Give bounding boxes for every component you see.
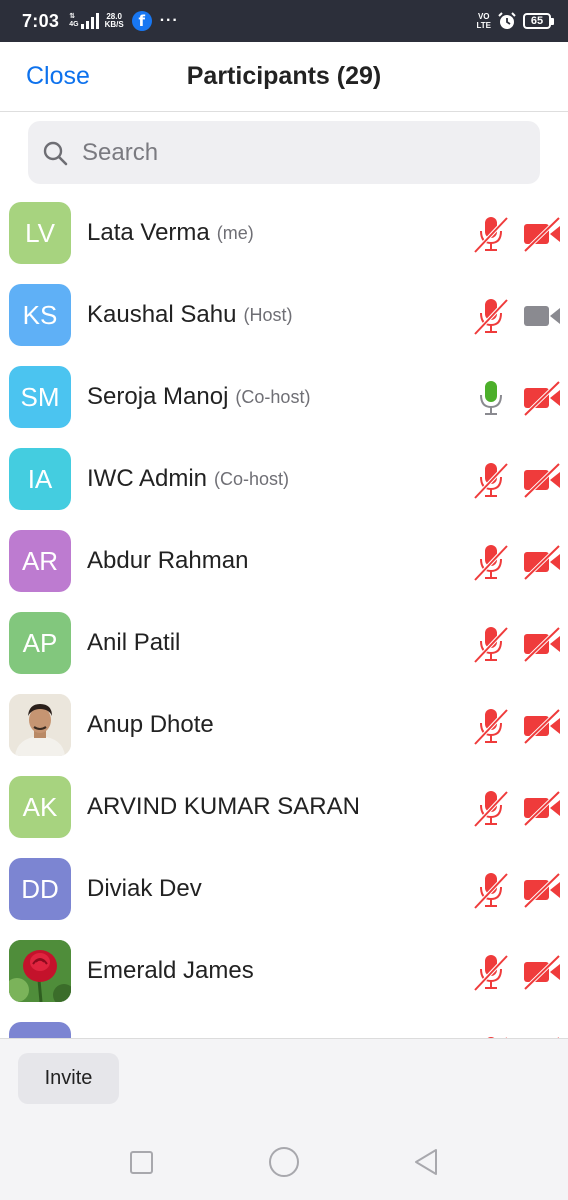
avatar: SM <box>9 366 71 428</box>
participant-row[interactable] <box>0 1012 568 1038</box>
video-off-icon[interactable] <box>522 378 562 418</box>
person-photo-icon <box>9 694 71 756</box>
participant-name-wrap: Anup Dhote <box>87 684 214 766</box>
participant-row[interactable]: SM Seroja Manoj (Co-host) <box>0 356 568 438</box>
rose-photo-icon <box>9 940 71 1002</box>
participant-name-wrap: Diviak Dev <box>87 848 202 930</box>
mic-muted-icon[interactable] <box>472 624 510 664</box>
invite-button[interactable]: Invite <box>18 1053 119 1104</box>
search-box[interactable] <box>28 121 540 184</box>
mic-muted-icon[interactable] <box>472 788 510 828</box>
participant-name: Diviak Dev <box>87 875 202 902</box>
back-icon[interactable] <box>412 1147 440 1177</box>
video-on-icon[interactable] <box>522 296 562 336</box>
participant-role: (Host) <box>243 304 293 325</box>
participant-name-wrap: ARVIND KUMAR SARAN <box>87 766 360 848</box>
network-speed: 28.0 KB/S <box>104 12 124 29</box>
avatar <box>9 940 71 1002</box>
avatar: IA <box>9 448 71 510</box>
participant-name-wrap: IWC Admin (Co-host) <box>87 438 289 520</box>
participant-list: LV Lata Verma (me) KS Kaushal Sahu (Host) SM Se… <box>0 192 568 1038</box>
network-type: ⇅ 4G <box>69 13 79 28</box>
recent-apps-icon[interactable] <box>130 1151 153 1174</box>
avatar: AK <box>9 776 71 838</box>
mic-active-icon[interactable] <box>472 378 510 418</box>
mic-muted-icon[interactable] <box>472 870 510 910</box>
participant-role: (Co-host) <box>214 468 290 489</box>
participant-name: ARVIND KUMAR SARAN <box>87 793 360 820</box>
bottom-bar: Invite <box>0 1038 568 1200</box>
avatar <box>9 1022 71 1038</box>
page-title: Participants (29) <box>186 62 382 90</box>
participant-name: Emerald James <box>87 957 254 984</box>
participant-role: (Co-host) <box>235 386 311 407</box>
video-off-icon[interactable] <box>522 460 562 500</box>
avatar: DD <box>9 858 71 920</box>
facebook-icon: f <box>131 11 152 31</box>
participant-row[interactable]: DD Diviak Dev <box>0 848 568 930</box>
participant-row[interactable]: AK ARVIND KUMAR SARAN <box>0 766 568 848</box>
participant-row[interactable]: LV Lata Verma (me) <box>0 192 568 274</box>
video-off-icon[interactable] <box>522 214 562 254</box>
participant-name-wrap: Lata Verma (me) <box>87 192 254 274</box>
status-time: 7:03 <box>22 10 60 31</box>
mic-muted-icon[interactable] <box>472 542 510 582</box>
participant-row[interactable]: IA IWC Admin (Co-host) <box>0 438 568 520</box>
participant-name-wrap: Kaushal Sahu (Host) <box>87 274 292 356</box>
participant-row[interactable]: KS Kaushal Sahu (Host) <box>0 274 568 356</box>
participant-name: Anup Dhote <box>87 711 214 738</box>
video-off-icon[interactable] <box>522 952 562 992</box>
more-dots-icon: ··· <box>159 12 179 29</box>
video-off-icon[interactable] <box>522 624 562 664</box>
video-off-icon[interactable] <box>522 788 562 828</box>
participant-name-wrap: Abdur Rahman <box>87 520 248 602</box>
home-icon[interactable] <box>269 1147 299 1177</box>
participant-name: Lata Verma <box>87 219 210 246</box>
participant-name: Seroja Manoj <box>87 383 229 410</box>
participant-name: Anil Patil <box>87 629 181 656</box>
participant-role: (me) <box>216 222 254 243</box>
avatar: KS <box>9 284 71 346</box>
participant-name: Kaushal Sahu <box>87 301 237 328</box>
mic-muted-icon[interactable] <box>472 952 510 992</box>
avatar <box>9 694 71 756</box>
participant-row[interactable]: Anup Dhote <box>0 684 568 766</box>
battery-icon: 65 <box>523 13 554 29</box>
search-icon <box>43 141 68 165</box>
mic-muted-icon[interactable] <box>472 706 510 746</box>
mic-muted-icon[interactable] <box>472 460 510 500</box>
video-off-icon[interactable] <box>522 706 562 746</box>
video-off-icon[interactable] <box>522 870 562 910</box>
status-bar: 7:03 ⇅ 4G 28.0 KB/S f ··· VO LTE 65 <box>0 0 568 42</box>
participant-name-wrap: Seroja Manoj (Co-host) <box>87 356 310 438</box>
participants-header: Close Participants (29) <box>0 42 568 112</box>
avatar: AP <box>9 612 71 674</box>
mic-muted-icon[interactable] <box>472 214 510 254</box>
participant-name-wrap: Emerald James <box>87 930 254 1012</box>
participant-row[interactable]: AR Abdur Rahman <box>0 520 568 602</box>
participant-name-wrap: Anil Patil <box>87 602 180 684</box>
avatar: LV <box>9 202 71 264</box>
volte-indicator: VO LTE <box>476 12 491 30</box>
participant-row[interactable]: AP Anil Patil <box>0 602 568 684</box>
mic-muted-icon[interactable] <box>472 296 510 336</box>
participant-name: Abdur Rahman <box>87 547 249 574</box>
signal-icon <box>80 13 99 29</box>
participant-name: IWC Admin <box>87 465 208 492</box>
network-indicator: ⇅ 4G 28.0 KB/S <box>69 12 124 29</box>
video-off-icon[interactable] <box>522 542 562 582</box>
search-input[interactable] <box>82 138 502 167</box>
participant-row[interactable]: Emerald James <box>0 930 568 1012</box>
avatar: AR <box>9 530 71 592</box>
alarm-icon <box>498 12 516 29</box>
